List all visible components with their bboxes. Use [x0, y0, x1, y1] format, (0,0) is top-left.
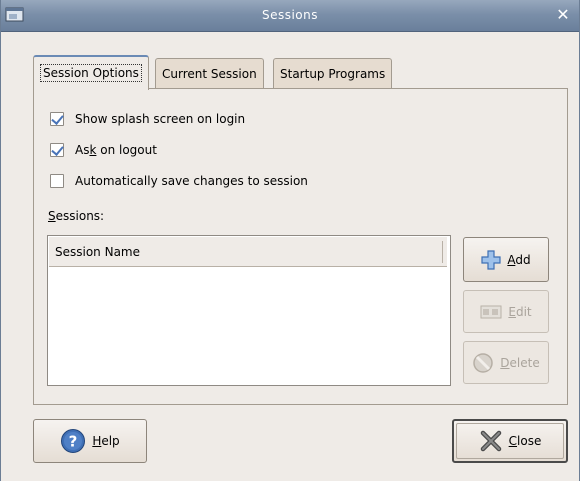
auto-save-checkbox[interactable] — [50, 174, 64, 188]
add-label: Add — [507, 252, 531, 267]
close-button[interactable]: Close — [452, 419, 568, 463]
splash-screen-option[interactable]: Show splash screen on login — [50, 110, 245, 128]
column-divider — [442, 241, 443, 263]
ask-on-logout-option[interactable]: Ask on logout — [50, 141, 157, 159]
tab-startup-programs[interactable]: Startup Programs — [273, 58, 393, 88]
sessions-dialog: Sessions ✕ Session Options Current Sessi… — [0, 0, 580, 481]
column-header-label: Session Name — [55, 245, 141, 259]
splash-screen-label: Show splash screen on login — [75, 112, 246, 126]
auto-save-label: Automatically save changes to session — [75, 174, 308, 188]
tab-label: Startup Programs — [280, 67, 386, 81]
delete-label: Delete — [500, 355, 540, 370]
sessions-list[interactable]: Session Name — [47, 235, 451, 386]
help-label: Help — [92, 434, 120, 448]
add-button[interactable]: Add — [463, 237, 549, 282]
tab-label: Session Options — [40, 64, 142, 82]
ask-on-logout-label: Ask on logout — [75, 143, 157, 157]
close-x-icon — [480, 430, 501, 452]
tab-label: Current Session — [162, 67, 257, 81]
edit-icon — [480, 305, 502, 318]
close-label: Close — [508, 434, 542, 448]
splash-screen-checkbox[interactable] — [50, 112, 64, 126]
edit-button[interactable]: Edit — [463, 290, 549, 333]
tab-session-options[interactable]: Session Options — [33, 55, 149, 90]
plus-icon — [481, 249, 501, 270]
help-icon: ? — [61, 429, 86, 453]
window-title: Sessions — [261, 8, 319, 22]
column-header-session-name[interactable]: Session Name — [49, 237, 447, 267]
help-button[interactable]: ? Help — [33, 419, 147, 463]
delete-button[interactable]: Delete — [463, 341, 549, 384]
tab-current-session[interactable]: Current Session — [155, 58, 264, 88]
title-bar[interactable]: Sessions ✕ — [1, 0, 579, 32]
auto-save-option[interactable]: Automatically save changes to session — [50, 172, 308, 190]
sessions-label: Sessions: — [48, 209, 105, 223]
ask-on-logout-checkbox[interactable] — [50, 143, 64, 157]
svg-text:?: ? — [69, 433, 78, 451]
window-close-icon[interactable]: ✕ — [553, 5, 573, 25]
delete-icon — [473, 352, 494, 373]
edit-label: Edit — [508, 304, 532, 319]
